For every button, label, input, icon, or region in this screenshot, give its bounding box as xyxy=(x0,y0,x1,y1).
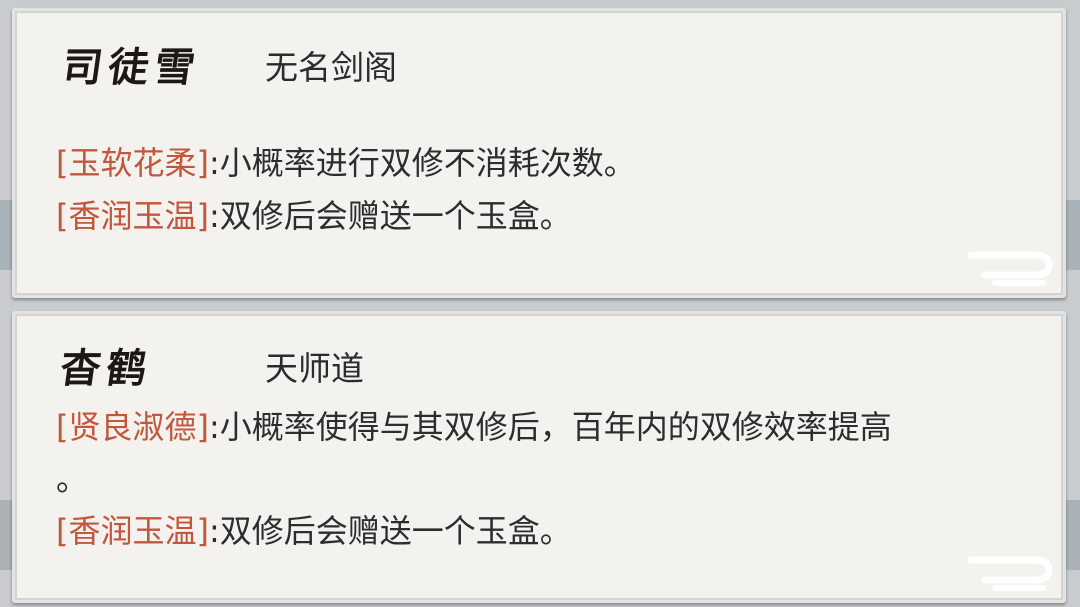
cloud-ornament-icon xyxy=(967,556,1053,591)
trait-description: :双修后会赠送一个玉盒。 xyxy=(208,197,572,235)
character-sect: 天师道 xyxy=(265,349,364,388)
trait-description: :小概率进行双修不消耗次数。 xyxy=(208,144,636,182)
character-card-situ-xue: 司徒雪 无名剑阁 [玉软花柔]:小概率进行双修不消耗次数。 [香润玉温]:双修后… xyxy=(12,8,1066,298)
trait-tag: [贤良淑德] xyxy=(56,408,209,446)
character-name: 杳鹤 xyxy=(57,345,156,392)
trait-description: :小概率使得与其双修后，百年内的双修效率提高 xyxy=(208,408,892,446)
trait-line-continuation: 。 xyxy=(56,460,89,498)
trait-tag: [香润玉温] xyxy=(56,512,209,550)
trait-description: :双修后会赠送一个玉盒。 xyxy=(208,512,572,550)
cloud-ornament-icon xyxy=(967,251,1053,286)
trait-line: [香润玉温]:双修后会赠送一个玉盒。 xyxy=(56,191,572,237)
trait-tag: [玉软花柔] xyxy=(56,144,209,182)
character-name: 司徒雪 xyxy=(59,44,204,91)
trait-line: [香润玉温]:双修后会赠送一个玉盒。 xyxy=(56,506,572,552)
character-card-yao-he: 杳鹤 天师道 [贤良淑德]:小概率使得与其双修后，百年内的双修效率提高 。 [香… xyxy=(12,311,1066,603)
character-sect: 无名剑阁 xyxy=(265,48,397,87)
trait-tag: [香润玉温] xyxy=(56,197,209,235)
trait-line: [贤良淑德]:小概率使得与其双修后，百年内的双修效率提高 xyxy=(56,402,892,448)
trait-line: [玉软花柔]:小概率进行双修不消耗次数。 xyxy=(56,138,636,184)
